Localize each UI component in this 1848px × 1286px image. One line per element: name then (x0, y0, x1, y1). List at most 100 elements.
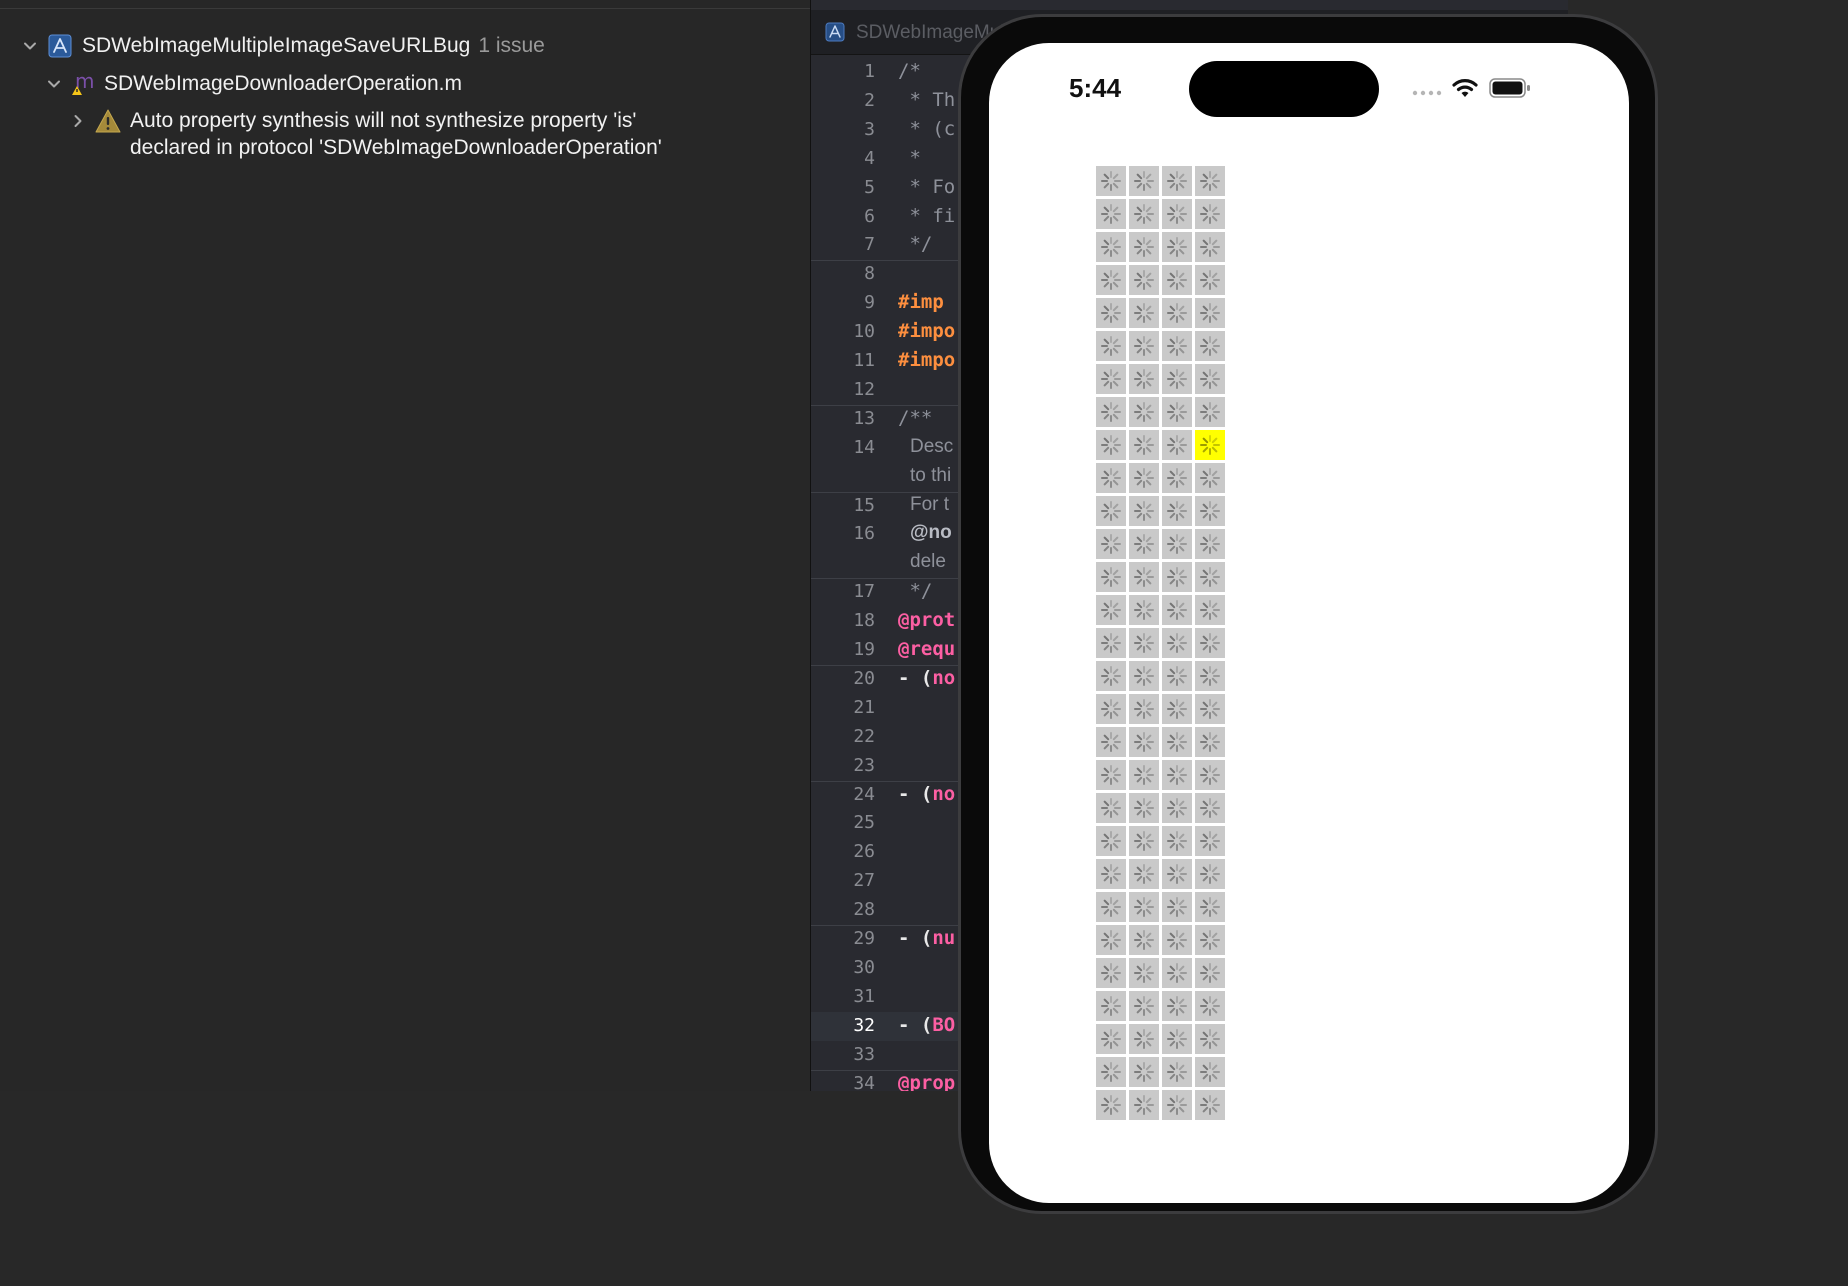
image-cell[interactable] (1096, 1090, 1126, 1120)
image-cell[interactable] (1129, 826, 1159, 856)
code-line-continuation[interactable]: to thi (910, 465, 951, 487)
image-cell[interactable] (1162, 496, 1192, 526)
image-cell[interactable] (1195, 1057, 1225, 1087)
code-line[interactable]: @requ (898, 638, 955, 660)
image-cell[interactable] (1195, 958, 1225, 988)
image-cell[interactable] (1195, 694, 1225, 724)
line-number[interactable]: 18 (811, 610, 875, 631)
image-cell[interactable] (1129, 595, 1159, 625)
image-cell[interactable] (1195, 991, 1225, 1021)
image-cell[interactable] (1096, 166, 1126, 196)
image-cell[interactable] (1096, 430, 1126, 460)
line-number[interactable]: 16 (811, 523, 875, 544)
line-number[interactable]: 21 (811, 697, 875, 718)
code-line[interactable]: * (898, 147, 920, 169)
image-cell[interactable] (1129, 892, 1159, 922)
line-number[interactable]: 25 (811, 812, 875, 833)
image-cell[interactable] (1096, 727, 1126, 757)
image-cell[interactable] (1195, 199, 1225, 229)
line-number[interactable]: 33 (811, 1044, 875, 1065)
line-number[interactable]: 5 (811, 177, 875, 198)
image-cell[interactable] (1162, 595, 1192, 625)
code-line[interactable]: Desc (910, 436, 953, 458)
image-cell[interactable] (1195, 265, 1225, 295)
image-cell[interactable] (1129, 925, 1159, 955)
line-number[interactable]: 2 (811, 90, 875, 111)
image-cell[interactable] (1129, 496, 1159, 526)
image-cell[interactable] (1162, 859, 1192, 889)
image-cell[interactable] (1129, 1057, 1159, 1087)
code-line[interactable]: @prot (898, 609, 955, 631)
line-number[interactable]: 29 (811, 928, 875, 949)
code-line[interactable]: #imp (898, 291, 944, 313)
image-cell[interactable] (1162, 529, 1192, 559)
image-cell[interactable] (1129, 760, 1159, 790)
image-cell[interactable] (1195, 727, 1225, 757)
line-number[interactable]: 11 (811, 350, 875, 371)
image-cell[interactable] (1096, 892, 1126, 922)
line-number[interactable]: 12 (811, 379, 875, 400)
line-number[interactable]: 34 (811, 1073, 875, 1092)
image-cell[interactable] (1162, 1090, 1192, 1120)
image-cell[interactable] (1129, 199, 1159, 229)
image-cell[interactable] (1096, 595, 1126, 625)
image-cell[interactable] (1129, 430, 1159, 460)
image-cell[interactable] (1195, 562, 1225, 592)
image-cell[interactable] (1195, 925, 1225, 955)
chevron-right-icon[interactable] (70, 113, 86, 129)
code-line[interactable]: For t (910, 494, 949, 516)
image-cell[interactable] (1162, 793, 1192, 823)
image-cell[interactable] (1129, 397, 1159, 427)
simulator-screen[interactable]: 5:44 (989, 43, 1629, 1203)
image-cell[interactable] (1195, 826, 1225, 856)
code-line[interactable]: * fi (898, 205, 955, 227)
line-number[interactable]: 10 (811, 321, 875, 342)
image-cell[interactable] (1096, 826, 1126, 856)
line-number[interactable]: 27 (811, 870, 875, 891)
image-cell[interactable] (1162, 661, 1192, 691)
image-cell[interactable] (1096, 958, 1126, 988)
line-number[interactable]: 24 (811, 784, 875, 805)
code-line[interactable]: - (no (898, 667, 955, 689)
image-cell[interactable] (1096, 529, 1126, 559)
image-cell[interactable] (1129, 166, 1159, 196)
image-cell[interactable] (1129, 331, 1159, 361)
image-cell[interactable] (1195, 793, 1225, 823)
image-cell[interactable] (1096, 628, 1126, 658)
image-cell[interactable] (1129, 958, 1159, 988)
image-cell[interactable] (1162, 562, 1192, 592)
image-cell[interactable] (1195, 1090, 1225, 1120)
image-cell[interactable] (1195, 859, 1225, 889)
image-cell[interactable] (1162, 826, 1192, 856)
image-cell[interactable] (1195, 595, 1225, 625)
image-cell[interactable] (1162, 430, 1192, 460)
image-cell[interactable] (1096, 232, 1126, 262)
code-line[interactable]: @prop (898, 1072, 955, 1092)
image-cell[interactable] (1096, 298, 1126, 328)
code-line[interactable]: #impo (898, 320, 955, 342)
code-line[interactable]: - (nu (898, 927, 955, 949)
line-number[interactable]: 31 (811, 986, 875, 1007)
chevron-down-icon[interactable] (46, 76, 62, 92)
image-cell[interactable] (1096, 463, 1126, 493)
image-cell[interactable] (1096, 1057, 1126, 1087)
image-cell[interactable] (1162, 727, 1192, 757)
line-number[interactable]: 22 (811, 726, 875, 747)
line-number[interactable]: 8 (811, 263, 875, 284)
image-cell[interactable] (1162, 397, 1192, 427)
image-cell[interactable] (1195, 760, 1225, 790)
image-cell[interactable] (1096, 1024, 1126, 1054)
image-cell[interactable] (1162, 1057, 1192, 1087)
image-cell[interactable] (1129, 364, 1159, 394)
image-cell[interactable] (1129, 1090, 1159, 1120)
image-cell[interactable] (1096, 760, 1126, 790)
issue-file-row[interactable]: m SDWebImageDownloaderOperation.m (46, 69, 462, 98)
image-cell[interactable] (1162, 166, 1192, 196)
image-cell[interactable] (1129, 727, 1159, 757)
line-number[interactable]: 7 (811, 234, 875, 255)
line-number[interactable]: 3 (811, 119, 875, 140)
image-cell[interactable] (1195, 232, 1225, 262)
image-cell[interactable] (1162, 892, 1192, 922)
image-cell[interactable] (1162, 265, 1192, 295)
code-line[interactable]: * Th (898, 89, 955, 111)
